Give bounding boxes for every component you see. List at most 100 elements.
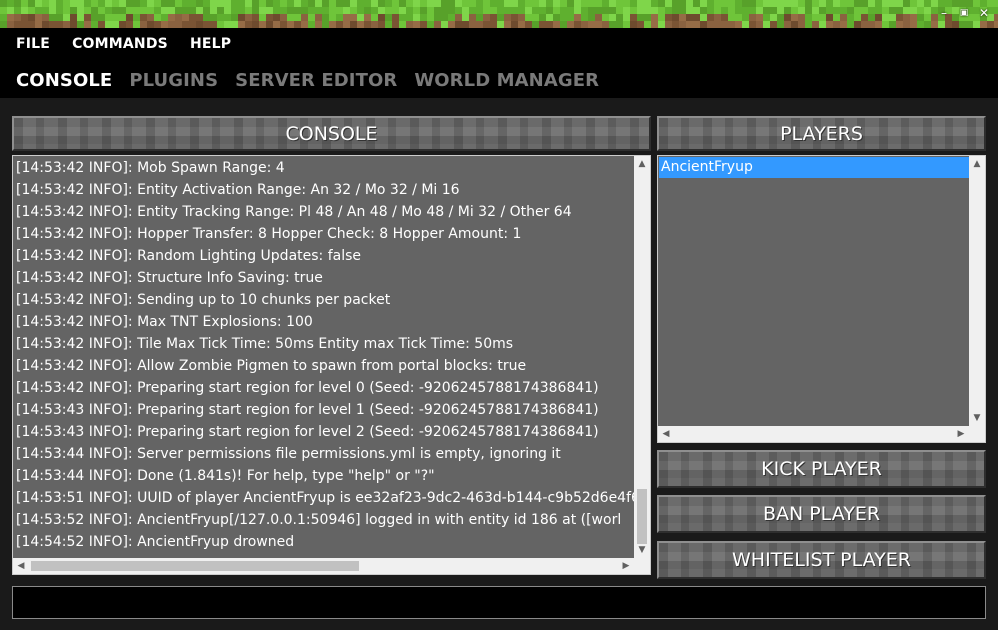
grass-pixel <box>35 0 42 7</box>
scroll-left-icon[interactable]: ◀ <box>13 558 29 574</box>
log-line: [14:53:42 INFO]: Structure Info Saving: … <box>16 270 323 286</box>
grass-pixel <box>77 0 84 7</box>
players-scroll-left-icon[interactable]: ◀ <box>658 426 674 442</box>
grass-pixel <box>42 0 49 7</box>
dirt-pixel <box>826 14 833 21</box>
grass-pixel <box>105 21 112 28</box>
dirt-pixel <box>119 21 126 28</box>
scroll-down-icon[interactable]: ▼ <box>634 542 650 558</box>
close-button[interactable]: ✕ <box>976 6 992 20</box>
grass-pixel <box>476 7 483 14</box>
console-output[interactable]: [14:53:42 INFO]: Mob Spawn Range: 4 [14:5… <box>12 155 651 575</box>
tab-console[interactable]: CONSOLE <box>16 70 112 91</box>
grass-pixel <box>308 0 315 7</box>
console-horizontal-scrollbar[interactable]: ◀ ▶ <box>13 558 634 574</box>
scroll-right-icon[interactable]: ▶ <box>618 558 634 574</box>
grass-pixel <box>882 7 889 14</box>
grass-pixel <box>749 0 756 7</box>
grass-pixel <box>924 7 931 14</box>
tab-server-editor[interactable]: SERVER EDITOR <box>235 70 397 91</box>
grass-pixel <box>245 0 252 7</box>
grass-pixel <box>189 0 196 7</box>
grass-pixel <box>399 0 406 7</box>
players-scroll-down-icon[interactable]: ▼ <box>969 410 985 426</box>
grass-pixel <box>532 0 539 7</box>
dirt-pixel <box>175 14 182 21</box>
scroll-up-icon[interactable]: ▲ <box>634 156 650 172</box>
grass-pixel <box>42 7 49 14</box>
grass-pixel <box>336 7 343 14</box>
ban-player-button[interactable]: BAN PLAYER <box>657 495 986 533</box>
minimize-button[interactable]: – <box>936 6 952 20</box>
dirt-pixel <box>896 21 903 28</box>
dirt-pixel <box>35 14 42 21</box>
grass-pixel <box>308 7 315 14</box>
dirt-pixel <box>238 14 245 21</box>
grass-pixel <box>364 7 371 14</box>
players-list[interactable]: AncientFryup ▲ ▼ ◀ ▶ <box>657 155 986 443</box>
dirt-pixel <box>994 14 998 21</box>
grass-pixel <box>112 7 119 14</box>
grass-pixel <box>924 14 931 21</box>
grass-pixel <box>315 0 322 7</box>
dirt-pixel <box>434 21 441 28</box>
grass-pixel <box>812 7 819 14</box>
dirt-pixel <box>56 21 63 28</box>
dirt-pixel <box>756 14 763 21</box>
dirt-pixel <box>504 21 511 28</box>
grass-pixel <box>133 14 140 21</box>
grass-pixel <box>469 0 476 7</box>
grass-pixel <box>826 0 833 7</box>
grass-pixel <box>847 21 854 28</box>
menu-help[interactable]: HELP <box>190 36 231 52</box>
dirt-pixel <box>686 21 693 28</box>
dirt-pixel <box>287 21 294 28</box>
dirt-pixel <box>336 21 343 28</box>
grass-pixel <box>539 0 546 7</box>
grass-pixel <box>434 0 441 7</box>
grass-pixel <box>406 14 413 21</box>
grass-pixel <box>91 14 98 21</box>
players-scroll-up-icon[interactable]: ▲ <box>969 156 985 172</box>
grass-pixel <box>168 0 175 7</box>
whitelist-player-button[interactable]: WHITELIST PLAYER <box>657 541 986 579</box>
log-line: [14:53:43 INFO]: Preparing start region … <box>16 402 599 418</box>
console-vertical-thumb[interactable] <box>637 489 647 544</box>
player-list-item[interactable]: AncientFryup <box>659 157 969 178</box>
grass-pixel <box>910 7 917 14</box>
dirt-pixel <box>567 21 574 28</box>
grass-pixel <box>924 0 931 7</box>
dirt-pixel <box>273 14 280 21</box>
tab-plugins[interactable]: PLUGINS <box>129 70 218 91</box>
grass-pixel <box>903 7 910 14</box>
menu-file[interactable]: FILE <box>16 36 50 52</box>
dirt-pixel <box>679 14 686 21</box>
players-vertical-scrollbar[interactable]: ▲ ▼ <box>969 156 985 426</box>
tab-world-manager[interactable]: WORLD MANAGER <box>414 70 599 91</box>
command-input[interactable] <box>12 586 986 619</box>
restore-button[interactable]: ▣ <box>956 6 972 20</box>
grass-pixel <box>994 0 998 7</box>
console-vertical-scrollbar[interactable]: ▲ ▼ <box>634 156 650 558</box>
grass-pixel <box>133 0 140 7</box>
dirt-pixel <box>329 21 336 28</box>
grass-pixel <box>119 0 126 7</box>
kick-player-button[interactable]: KICK PLAYER <box>657 450 986 488</box>
dirt-pixel <box>910 14 917 21</box>
players-horizontal-scrollbar[interactable]: ◀ ▶ <box>658 426 969 442</box>
dirt-pixel <box>693 21 700 28</box>
grass-pixel <box>847 7 854 14</box>
grass-pixel <box>553 14 560 21</box>
grass-pixel <box>28 7 35 14</box>
players-scroll-right-icon[interactable]: ▶ <box>953 426 969 442</box>
dirt-pixel <box>588 21 595 28</box>
dirt-pixel <box>770 21 777 28</box>
grass-pixel <box>861 0 868 7</box>
dirt-pixel <box>301 14 308 21</box>
menu-commands[interactable]: COMMANDS <box>72 36 168 52</box>
grass-pixel <box>7 7 14 14</box>
console-horizontal-thumb[interactable] <box>31 561 359 571</box>
grass-pixel <box>427 7 434 14</box>
dirt-pixel <box>245 14 252 21</box>
grass-pixel <box>273 7 280 14</box>
